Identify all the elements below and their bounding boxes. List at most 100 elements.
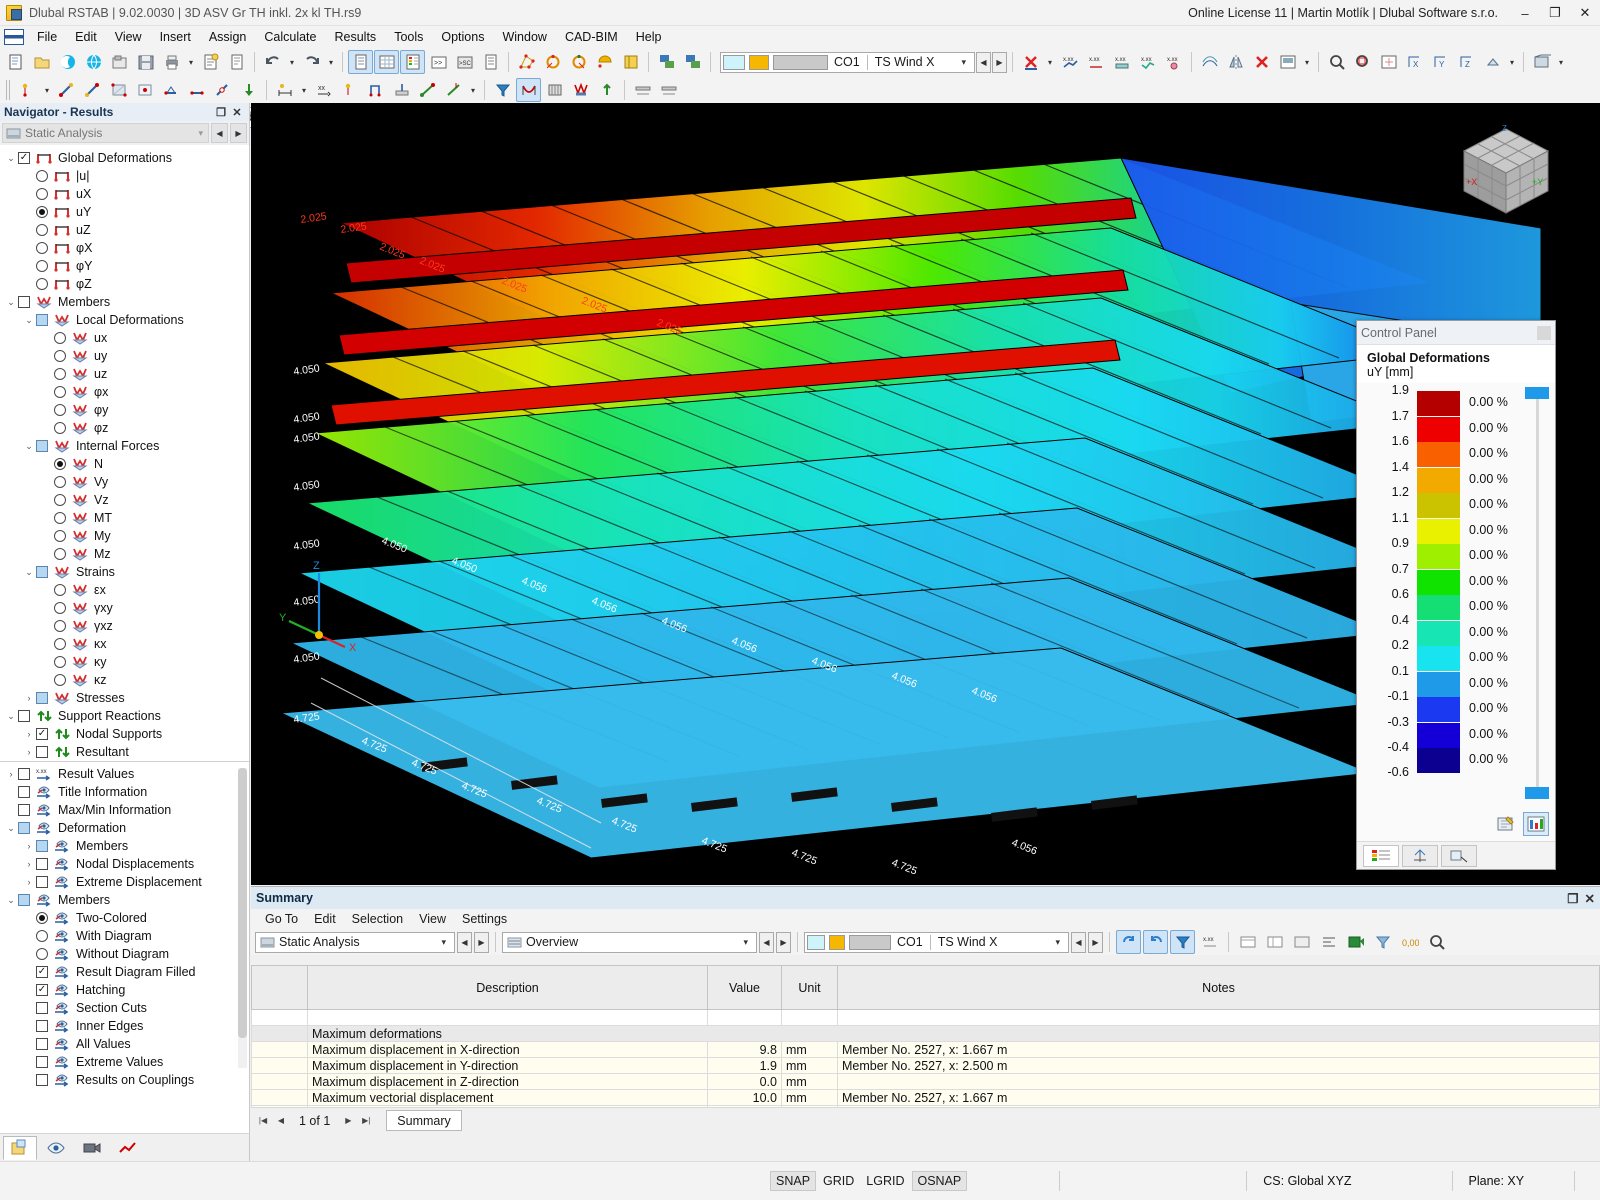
legend-slider-track[interactable] <box>1536 391 1539 799</box>
tree-item-vz[interactable]: Vz <box>0 491 249 509</box>
radio-unselected[interactable] <box>54 620 66 632</box>
radio-unselected[interactable] <box>54 386 66 398</box>
checkbox-checked[interactable]: ✓ <box>36 984 48 996</box>
render-mode-dropdown-icon[interactable]: ▾ <box>1555 50 1567 74</box>
page-last-button[interactable]: ▶| <box>358 1111 374 1131</box>
open-file-icon[interactable] <box>29 50 54 74</box>
summary-menu-view[interactable]: View <box>411 911 454 927</box>
menu-results[interactable]: Results <box>326 28 386 46</box>
tree-item-inner-edges[interactable]: Inner Edges <box>0 1017 249 1035</box>
tab-results[interactable] <box>111 1136 145 1160</box>
cp-tab-color-scale[interactable] <box>1363 844 1399 867</box>
checkbox-unchecked[interactable] <box>18 296 30 308</box>
tree-item-xy[interactable]: γxy <box>0 599 249 617</box>
status-toggle-snap[interactable]: SNAP <box>770 1171 817 1191</box>
summary-view-prev[interactable]: ◀ <box>759 931 774 953</box>
node-select-icon[interactable] <box>337 78 362 102</box>
summary-menu-edit[interactable]: Edit <box>306 911 344 927</box>
menu-tools[interactable]: Tools <box>385 28 432 46</box>
sum-values-icon[interactable]: x.xx <box>1197 930 1222 954</box>
chevron-down-icon[interactable]: ⌄ <box>22 441 36 452</box>
tree-item-uz[interactable]: uZ <box>0 221 249 239</box>
tree-item-global-deformations[interactable]: ⌄ ✓ Global Deformations <box>0 149 249 167</box>
show-members-icon[interactable] <box>542 78 567 102</box>
checkbox-unchecked[interactable] <box>36 1002 48 1014</box>
analysis-type-combo[interactable]: Static Analysis ▾ <box>2 123 209 143</box>
result-values-4-icon[interactable]: x.xx <box>1135 50 1160 74</box>
menu-view[interactable]: View <box>106 28 151 46</box>
new-model-icon[interactable] <box>3 50 28 74</box>
rotate-view-icon[interactable] <box>540 50 565 74</box>
radio-unselected[interactable] <box>36 170 48 182</box>
checkbox-partial[interactable] <box>36 692 48 704</box>
view-z-icon[interactable]: Z <box>1454 50 1479 74</box>
dimension-dropdown-icon[interactable]: ▾ <box>298 78 310 102</box>
chevron-down-icon[interactable]: ▾ <box>737 937 754 948</box>
sum-refresh-icon[interactable] <box>1116 930 1141 954</box>
tree-item-uy[interactable]: uY <box>0 203 249 221</box>
load-case-prev-button[interactable]: ◀ <box>976 51 991 73</box>
view-window-2-icon[interactable] <box>680 50 705 74</box>
modification-icon[interactable] <box>441 78 466 102</box>
sum-decimals-icon[interactable]: 0,00 <box>1397 930 1422 954</box>
tree-item-z[interactable]: φz <box>0 419 249 437</box>
menu-window[interactable]: Window <box>493 28 555 46</box>
checkbox-checked[interactable]: ✓ <box>36 966 48 978</box>
sum-search-icon[interactable] <box>1424 930 1449 954</box>
tree-item-y[interactable]: φy <box>0 401 249 419</box>
chevron-right-icon[interactable]: › <box>22 747 36 757</box>
tree-item-support-reactions[interactable]: ⌄ Support Reactions <box>0 707 249 725</box>
tree-item-internal-forces[interactable]: ⌄ Internal Forces <box>0 437 249 455</box>
print-dropdown-icon[interactable]: ▾ <box>185 50 197 74</box>
checkbox-unchecked[interactable] <box>36 1056 48 1068</box>
tree-item-x[interactable]: εx <box>0 581 249 599</box>
table-row[interactable]: Maximum displacement in Z-direction 0.0 mm <box>251 1073 1600 1090</box>
tree-item-members[interactable]: ⌄ Members <box>0 891 249 909</box>
mirror-results-icon[interactable] <box>1223 50 1248 74</box>
navigator-scrollbar[interactable] <box>238 768 247 1068</box>
tree-item-x[interactable]: κx <box>0 635 249 653</box>
result-values-3-icon[interactable]: x.xx <box>1109 50 1134 74</box>
tree-item-ux[interactable]: uX <box>0 185 249 203</box>
col-header-index[interactable] <box>251 965 308 1010</box>
section-view-2-icon[interactable] <box>656 78 681 102</box>
filter-icon[interactable] <box>490 78 515 102</box>
tree-item-strains[interactable]: ⌄ Strains <box>0 563 249 581</box>
page-next-button[interactable]: ▶ <box>340 1111 356 1131</box>
tree-item-uy[interactable]: uy <box>0 347 249 365</box>
support-line-icon[interactable] <box>184 78 209 102</box>
view-y-icon[interactable]: Y <box>1428 50 1453 74</box>
surface-icon[interactable] <box>106 78 131 102</box>
menu-help[interactable]: Help <box>627 28 671 46</box>
close-button[interactable]: ✕ <box>1570 0 1600 26</box>
tab-views[interactable] <box>75 1136 109 1160</box>
chevron-down-icon[interactable]: ⌄ <box>4 823 18 834</box>
checkbox-unchecked[interactable] <box>18 768 30 780</box>
summary-lc-next[interactable]: ▶ <box>1088 931 1103 953</box>
checkbox-unchecked[interactable] <box>18 710 30 722</box>
view-dropdown-icon[interactable]: ▾ <box>1506 50 1518 74</box>
clear-results-icon[interactable] <box>1249 50 1274 74</box>
tree-item-local-deformations[interactable]: ⌄ Local Deformations <box>0 311 249 329</box>
radio-unselected[interactable] <box>36 242 48 254</box>
pin-icon[interactable] <box>1537 325 1551 340</box>
radio-unselected[interactable] <box>36 278 48 290</box>
tree-item-results-on-couplings[interactable]: Results on Couplings <box>0 1071 249 1089</box>
radio-unselected[interactable] <box>54 602 66 614</box>
tree-item-extreme-displacement[interactable]: › Extreme Displacement <box>0 873 249 891</box>
imperfection-icon[interactable] <box>415 78 440 102</box>
document-icon[interactable] <box>224 50 249 74</box>
analysis-next-button[interactable]: ▶ <box>230 123 247 143</box>
table-row-group[interactable]: Maximum deformations <box>251 1025 1600 1042</box>
menu-edit[interactable]: Edit <box>66 28 106 46</box>
tree-item-members[interactable]: › Members <box>0 837 249 855</box>
tree-item-z[interactable]: φZ <box>0 275 249 293</box>
checkbox-unchecked[interactable] <box>36 1074 48 1086</box>
chevron-down-icon[interactable]: ⌄ <box>4 297 18 308</box>
model-shape-icon[interactable] <box>514 50 539 74</box>
viewport-3d[interactable]: 4.050 4.050 4.050 4.050 4.050 4.050 4.05… <box>251 103 1600 885</box>
tree-item-title-information[interactable]: Title Information <box>0 783 249 801</box>
radio-unselected[interactable] <box>54 548 66 560</box>
member-2-icon[interactable] <box>80 78 105 102</box>
radio-unselected[interactable] <box>36 260 48 272</box>
